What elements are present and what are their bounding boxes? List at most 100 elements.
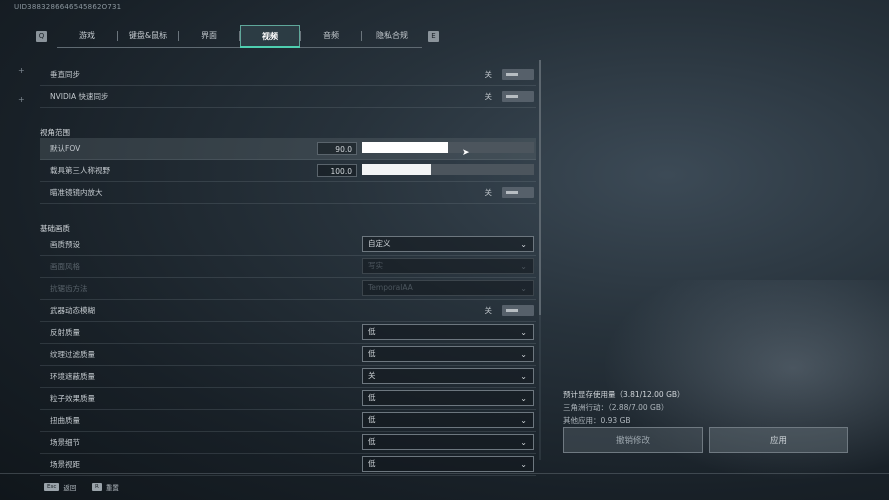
reset-hint[interactable]: R 重置 bbox=[92, 482, 119, 492]
dropdown-value: 低 bbox=[368, 327, 376, 336]
setting-dropdown[interactable]: 低 ⌄ bbox=[362, 434, 534, 450]
undo-button[interactable]: 撤销修改 bbox=[563, 427, 703, 453]
setting-row-vsync[interactable]: 垂直同步 关 bbox=[40, 64, 536, 86]
setting-row-nvidia-sync[interactable]: NVIDIA 快速同步 关 bbox=[40, 86, 536, 108]
dropdown-value: 低 bbox=[368, 393, 376, 402]
tab-0[interactable]: 游戏 bbox=[57, 25, 117, 47]
back-hint[interactable]: Esc 返回 bbox=[44, 482, 76, 492]
toggle-knob bbox=[506, 73, 518, 76]
toggle-knob bbox=[506, 191, 518, 194]
tab-4[interactable]: 音频 bbox=[301, 25, 361, 47]
crosshair-icon: + bbox=[18, 95, 25, 104]
dropdown-value: 低 bbox=[368, 437, 376, 446]
quality-rows: 画质预设 自定义 ⌄ 画面风格 写实 ⌄ 抗锯齿方法 TemporalAA ⌄ 武器动态模糊关反射… bbox=[40, 234, 536, 476]
setting-row[interactable]: 武器动态模糊 关 bbox=[40, 300, 536, 322]
setting-dropdown: 写实 ⌄ bbox=[362, 258, 534, 274]
dropdown-value: 关 bbox=[368, 371, 376, 380]
tab-list: 游戏 键盘&鼠标 界面 视频 音频 隐私合规 bbox=[57, 24, 422, 48]
chevron-down-icon: ⌄ bbox=[520, 284, 527, 293]
dropdown-value: TemporalAA bbox=[368, 283, 413, 292]
fov-value-field[interactable]: 90.0 bbox=[317, 142, 357, 155]
dropdown-value: 自定义 bbox=[368, 239, 391, 248]
setting-row[interactable]: 粒子效果质量低 ⌄ bbox=[40, 388, 536, 410]
user-id: UID3883286646545862O731 bbox=[14, 3, 122, 11]
setting-label: 场景细节 bbox=[50, 438, 80, 447]
tab-2[interactable]: 界面 bbox=[179, 25, 239, 47]
vsync-toggle[interactable] bbox=[502, 69, 534, 80]
tab-prev-key[interactable]: Q bbox=[36, 30, 47, 42]
crosshair-icon: + bbox=[18, 66, 25, 75]
setting-row[interactable]: 抗锯齿方法 TemporalAA ⌄ bbox=[40, 278, 536, 300]
mouse-cursor-icon: ➤ bbox=[462, 148, 470, 158]
setting-label: NVIDIA 快速同步 bbox=[50, 92, 109, 101]
bottom-bar: Esc 返回 R 重置 bbox=[0, 473, 889, 500]
setting-dropdown[interactable]: 低 ⌄ bbox=[362, 412, 534, 428]
toggle-state: 关 bbox=[484, 92, 493, 101]
scope-zoom-toggle[interactable] bbox=[502, 187, 534, 198]
chevron-down-icon: ⌄ bbox=[520, 328, 527, 337]
setting-row[interactable]: 反射质量低 ⌄ bbox=[40, 322, 536, 344]
vram-estimate: 预计显存使用量（3.81/12.00 GB） bbox=[563, 390, 685, 399]
setting-dropdown[interactable]: 低 ⌄ bbox=[362, 346, 534, 362]
vram-other: 其他应用：0.93 GB bbox=[563, 416, 631, 425]
fov-slider[interactable] bbox=[362, 142, 534, 153]
nvidia-sync-toggle[interactable] bbox=[502, 91, 534, 102]
tab-next-key[interactable]: E bbox=[428, 30, 439, 42]
setting-row-vehicle-fov[interactable]: 载具第三人称视野 100.0 bbox=[40, 160, 536, 182]
dropdown-value: 低 bbox=[368, 459, 376, 468]
chevron-down-icon: ⌄ bbox=[520, 438, 527, 447]
chevron-down-icon: ⌄ bbox=[520, 350, 527, 359]
setting-row-scope-zoom[interactable]: 瞄准镜镜内放大 关 bbox=[40, 182, 536, 204]
setting-row[interactable]: 扭曲质量低 ⌄ bbox=[40, 410, 536, 432]
setting-label: 场景视距 bbox=[50, 460, 80, 469]
setting-label: 粒子效果质量 bbox=[50, 394, 95, 403]
reset-label: 重置 bbox=[105, 484, 119, 492]
toggle-state: 关 bbox=[484, 70, 493, 79]
setting-row[interactable]: 场景细节低 ⌄ bbox=[40, 432, 536, 454]
setting-label: 环境遮蔽质量 bbox=[50, 372, 95, 381]
dropdown-value: 低 bbox=[368, 415, 376, 424]
setting-row[interactable]: 纹理过滤质量低 ⌄ bbox=[40, 344, 536, 366]
setting-label: 瞄准镜镜内放大 bbox=[50, 188, 103, 197]
esc-key: Esc bbox=[44, 483, 60, 491]
setting-row[interactable]: 画质预设 自定义 ⌄ bbox=[40, 234, 536, 256]
setting-label: 默认FOV bbox=[50, 144, 81, 153]
setting-toggle[interactable] bbox=[502, 305, 534, 316]
setting-row[interactable]: 环境遮蔽质量 关 ⌄ bbox=[40, 366, 536, 388]
tab-3[interactable]: 视频 bbox=[240, 24, 300, 48]
setting-dropdown[interactable]: 自定义 ⌄ bbox=[362, 236, 534, 252]
toggle-state: 关 bbox=[484, 188, 493, 197]
setting-dropdown[interactable]: 低 ⌄ bbox=[362, 324, 534, 340]
dropdown-value: 写实 bbox=[368, 261, 383, 270]
settings-panel: 垂直同步 关 NVIDIA 快速同步 关 视角范围 默认FOV 90.0 载具第… bbox=[40, 64, 536, 476]
apply-button[interactable]: 应用 bbox=[709, 427, 848, 453]
toggle-state: 关 bbox=[484, 306, 493, 315]
vehicle-fov-slider[interactable] bbox=[362, 164, 534, 175]
chevron-down-icon: ⌄ bbox=[520, 460, 527, 469]
scrollbar-thumb[interactable] bbox=[539, 60, 541, 315]
slider-fill bbox=[362, 142, 448, 153]
tab-bar: Q 游戏 键盘&鼠标 界面 视频 音频 隐私合规 E bbox=[36, 24, 444, 48]
tab-5[interactable]: 隐私合规 bbox=[362, 25, 422, 47]
toggle-knob bbox=[506, 95, 518, 98]
setting-dropdown[interactable]: 低 ⌄ bbox=[362, 390, 534, 406]
setting-dropdown[interactable]: 关 ⌄ bbox=[362, 368, 534, 384]
setting-dropdown[interactable]: 低 ⌄ bbox=[362, 456, 534, 472]
setting-label: 载具第三人称视野 bbox=[50, 166, 110, 175]
vram-game: 三角洲行动：（2.88/7.00 GB） bbox=[563, 403, 669, 412]
chevron-down-icon: ⌄ bbox=[520, 394, 527, 403]
r-key: R bbox=[92, 483, 102, 491]
setting-label: 画质预设 bbox=[50, 240, 80, 249]
slider-fill bbox=[362, 164, 431, 175]
chevron-down-icon: ⌄ bbox=[520, 240, 527, 249]
setting-dropdown: TemporalAA ⌄ bbox=[362, 280, 534, 296]
setting-label: 画面风格 bbox=[50, 262, 80, 271]
chevron-down-icon: ⌄ bbox=[520, 416, 527, 425]
setting-label: 反射质量 bbox=[50, 328, 80, 337]
vehicle-fov-value-field[interactable]: 100.0 bbox=[317, 164, 357, 177]
vram-info: 预计显存使用量（3.81/12.00 GB） 三角洲行动：（2.88/7.00 … bbox=[563, 388, 685, 427]
tab-1[interactable]: 键盘&鼠标 bbox=[118, 25, 178, 47]
setting-label: 武器动态模糊 bbox=[50, 306, 95, 315]
setting-row[interactable]: 画面风格 写实 ⌄ bbox=[40, 256, 536, 278]
chevron-down-icon: ⌄ bbox=[520, 262, 527, 271]
